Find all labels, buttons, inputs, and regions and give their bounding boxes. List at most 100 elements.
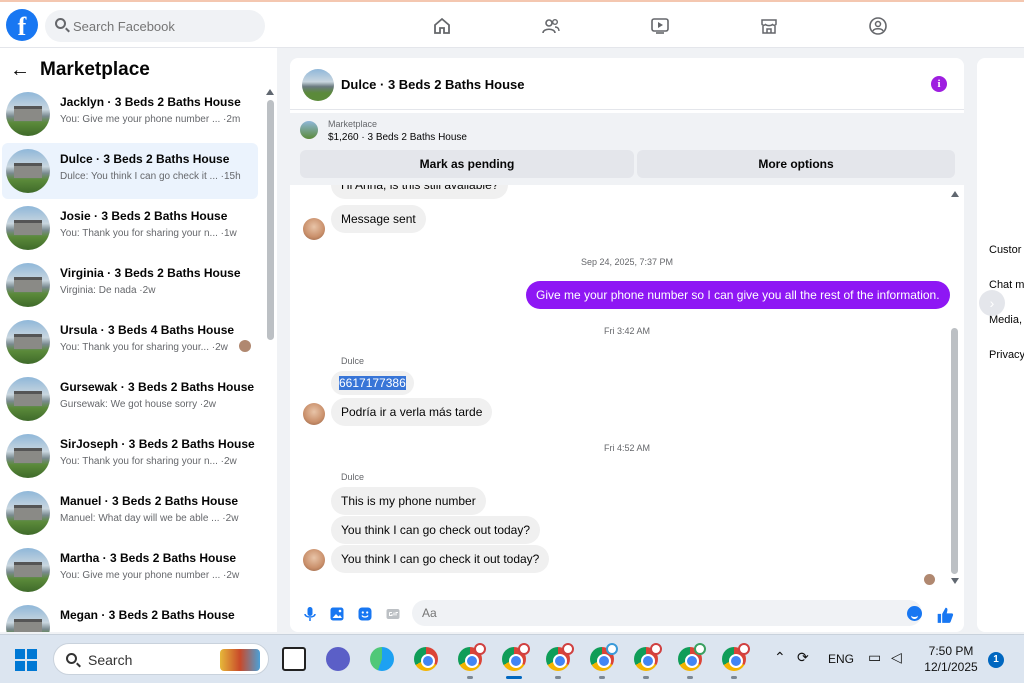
conversation-item[interactable]: Manuel · 3 Beds 2 Baths House Manuel: Wh… bbox=[2, 485, 258, 541]
edge-icon[interactable] bbox=[370, 647, 394, 671]
conversation-item[interactable]: Josie · 3 Beds 2 Baths House You: Thank … bbox=[2, 200, 258, 256]
conversation-item[interactable]: Ursula · 3 Beds 4 Baths House You: Thank… bbox=[2, 314, 258, 370]
back-arrow-icon[interactable]: ← bbox=[10, 59, 30, 82]
conversation-name: SirJoseph · 3 Beds 2 Baths House bbox=[60, 437, 255, 451]
microphone-icon[interactable] bbox=[302, 606, 318, 622]
details-item[interactable]: Chat m bbox=[989, 279, 1024, 291]
search-highlight-image bbox=[220, 649, 260, 671]
chrome-profile-icon[interactable] bbox=[458, 643, 486, 671]
conversation-preview: Manuel: What day will we be able ... ·2w bbox=[60, 513, 239, 524]
conversation-name: Virginia · 3 Beds 2 Baths House bbox=[60, 266, 241, 280]
sync-icon[interactable]: ⟳ bbox=[797, 649, 809, 666]
groups-icon[interactable] bbox=[866, 14, 890, 38]
sidebar-scrollbar[interactable] bbox=[267, 100, 274, 340]
details-item[interactable]: Privacy bbox=[989, 349, 1024, 361]
sidebar-header: ← Marketplace bbox=[10, 58, 150, 82]
search-icon bbox=[55, 18, 66, 29]
conversation-name: Martha · 3 Beds 2 Baths House bbox=[60, 551, 237, 565]
conversation-preview: Virginia: De nada ·2w bbox=[60, 285, 156, 296]
info-icon[interactable]: i bbox=[931, 76, 947, 92]
taskbar-clock[interactable]: 7:50 PM 12/1/2025 bbox=[918, 643, 984, 675]
incoming-message: 6617177386 bbox=[331, 371, 414, 395]
chrome-profile-icon[interactable] bbox=[546, 643, 574, 671]
show-hidden-icons-chevron-icon[interactable]: ⌃ bbox=[774, 649, 786, 666]
conversation-preview: You: Thank you for sharing your... ·2w bbox=[60, 342, 228, 353]
conversation-item[interactable]: SirJoseph · 3 Beds 2 Baths House You: Th… bbox=[2, 428, 258, 484]
outgoing-message: Give me your phone number so I can give … bbox=[526, 281, 950, 309]
selected-text[interactable]: 6617177386 bbox=[339, 376, 406, 390]
marketplace-icon[interactable] bbox=[757, 14, 781, 38]
conversation-name: Megan · 3 Beds 2 Baths House bbox=[60, 608, 235, 622]
avatar[interactable] bbox=[303, 549, 325, 571]
like-icon[interactable] bbox=[936, 606, 954, 623]
sticker-icon[interactable] bbox=[357, 606, 373, 622]
conversation-item[interactable]: Virginia · 3 Beds 2 Baths House Virginia… bbox=[2, 257, 258, 313]
home-icon[interactable] bbox=[430, 14, 454, 38]
scroll-up-arrow-icon[interactable] bbox=[951, 191, 959, 197]
listing-source: Marketplace bbox=[328, 119, 378, 129]
conversation-name: Ursula · 3 Beds 4 Baths House bbox=[60, 323, 235, 337]
conversation-item[interactable]: Martha · 3 Beds 2 Baths House You: Give … bbox=[2, 542, 258, 598]
avatar[interactable] bbox=[303, 403, 325, 425]
scroll-down-arrow-icon[interactable] bbox=[951, 578, 959, 584]
details-item[interactable]: Custor bbox=[989, 244, 1021, 256]
running-indicator bbox=[643, 676, 649, 679]
chat-scrollbar[interactable] bbox=[951, 328, 958, 574]
next-chevron-button[interactable]: › bbox=[979, 290, 1005, 316]
conversation-name: Jacklyn · 3 Beds 2 Baths House bbox=[60, 95, 241, 109]
video-icon[interactable] bbox=[648, 14, 672, 38]
incoming-message: Podría ir a verla más tarde bbox=[331, 398, 493, 426]
notification-badge[interactable]: 1 bbox=[988, 652, 1004, 668]
search-input[interactable] bbox=[73, 16, 253, 36]
chat-title[interactable]: Dulce · 3 Beds 2 Baths House bbox=[341, 77, 525, 92]
chat-details-panel: Custor Chat m Media, Privacy bbox=[977, 58, 1024, 632]
running-indicator bbox=[599, 676, 605, 679]
language-indicator[interactable]: ENG bbox=[828, 652, 854, 666]
search-box[interactable] bbox=[45, 10, 265, 42]
listing-thumbnail[interactable] bbox=[302, 69, 334, 101]
listing-thumbnail bbox=[6, 377, 50, 421]
photo-icon[interactable] bbox=[329, 606, 345, 622]
sender-name: Dulce bbox=[341, 472, 365, 482]
listing-thumbnail bbox=[6, 206, 50, 250]
listing-thumbnail bbox=[300, 121, 318, 139]
chrome-icon[interactable] bbox=[414, 647, 438, 671]
taskbar-search[interactable]: Search bbox=[53, 643, 269, 675]
conversation-item[interactable]: Megan · 3 Beds 2 Baths House bbox=[2, 599, 258, 632]
chrome-profile-icon[interactable] bbox=[722, 643, 750, 671]
chrome-profile-icon[interactable] bbox=[634, 643, 662, 671]
network-icon[interactable]: ▭ bbox=[868, 649, 881, 666]
conversation-preview: You: Give me your phone number ... ·2m bbox=[60, 114, 241, 125]
scroll-up-arrow-icon[interactable] bbox=[266, 89, 274, 95]
more-options-button[interactable]: More options bbox=[637, 150, 955, 178]
task-view-icon[interactable] bbox=[282, 647, 306, 671]
message-input[interactable] bbox=[412, 600, 922, 626]
message-thread: Hi Anna, is this still available? Messag… bbox=[290, 185, 964, 595]
mark-as-pending-button[interactable]: Mark as pending bbox=[300, 150, 634, 178]
clock-time: 7:50 PM bbox=[928, 644, 974, 658]
friends-icon[interactable] bbox=[539, 14, 563, 38]
chat-panel: Dulce · 3 Beds 2 Baths House i Marketpla… bbox=[290, 58, 964, 632]
conversation-item[interactable]: Gursewak · 3 Beds 2 Baths House Gursewak… bbox=[2, 371, 258, 427]
listing-thumbnail bbox=[6, 434, 50, 478]
chrome-profile-icon[interactable] bbox=[590, 643, 618, 671]
volume-icon[interactable]: ◁ bbox=[891, 649, 902, 666]
emoji-icon[interactable] bbox=[907, 606, 922, 621]
listing-thumbnail bbox=[6, 605, 50, 632]
chrome-profile-icon[interactable] bbox=[678, 643, 706, 671]
chrome-profile-icon-active[interactable] bbox=[502, 643, 530, 671]
facebook-logo[interactable]: f bbox=[6, 9, 38, 41]
incoming-message: Hi Anna, is this still available? bbox=[331, 185, 509, 199]
teams-icon[interactable] bbox=[326, 647, 350, 671]
avatar[interactable] bbox=[303, 218, 325, 240]
taskbar-search-label: Search bbox=[88, 652, 133, 668]
conversation-item-active[interactable]: Dulce · 3 Beds 2 Baths House Dulce: You … bbox=[2, 143, 258, 199]
gif-icon[interactable] bbox=[385, 606, 401, 622]
running-indicator bbox=[555, 676, 561, 679]
listing-price[interactable]: $1,260 · 3 Beds 2 Baths House bbox=[328, 132, 467, 143]
clock-date: 12/1/2025 bbox=[924, 660, 978, 674]
conversation-item[interactable]: Jacklyn · 3 Beds 2 Baths House You: Give… bbox=[2, 86, 258, 142]
listing-banner: Marketplace $1,260 · 3 Beds 2 Baths Hous… bbox=[290, 113, 964, 185]
windows-start-icon[interactable] bbox=[15, 649, 37, 671]
conversation-preview: You: Thank you for sharing your n... ·1w bbox=[60, 228, 237, 239]
